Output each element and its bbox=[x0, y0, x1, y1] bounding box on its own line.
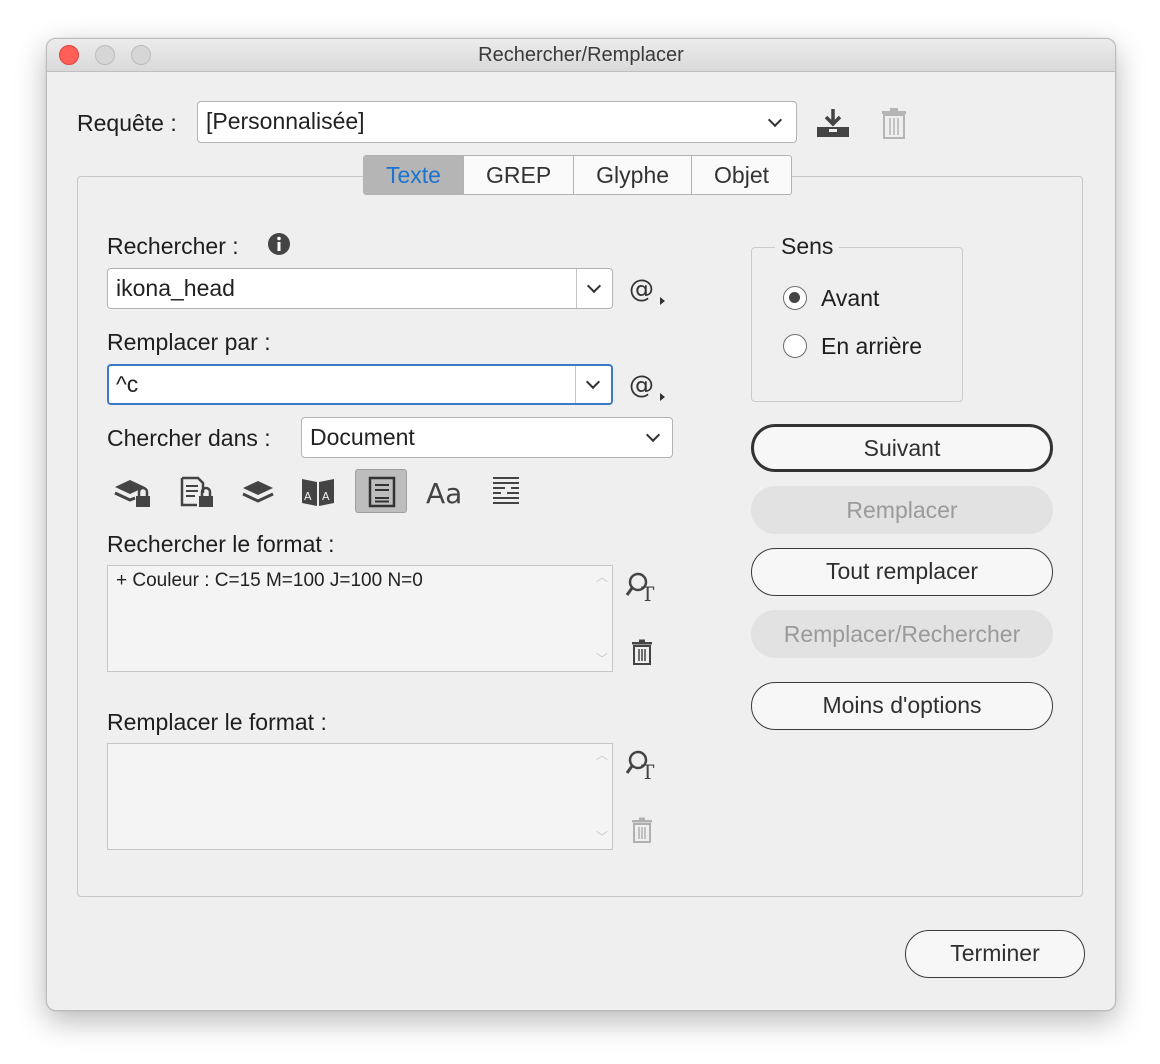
clear-change-format-icon bbox=[632, 817, 652, 843]
direction-forward-radio[interactable] bbox=[783, 286, 807, 310]
query-value: [Personnalisée] bbox=[206, 108, 365, 134]
direction-group bbox=[751, 247, 963, 402]
delete-query-icon[interactable] bbox=[881, 107, 907, 139]
direction-title: Sens bbox=[775, 233, 840, 260]
scroll-down-icon[interactable]: ﹀ bbox=[596, 828, 608, 845]
scroll-up-icon[interactable]: ︿ bbox=[596, 746, 608, 763]
save-query-icon[interactable] bbox=[815, 107, 851, 139]
fewer-options-button[interactable]: Moins d'options bbox=[751, 682, 1053, 730]
replace-all-button[interactable]: Tout remplacer bbox=[751, 548, 1053, 596]
find-format-value: + Couleur : C=15 M=100 J=100 N=0 bbox=[116, 570, 423, 591]
whole-word-icon[interactable] bbox=[491, 475, 521, 507]
chevron-down-icon bbox=[586, 278, 602, 294]
find-replace-dialog: Rechercher/Remplacer Requête : [Personna… bbox=[46, 38, 1116, 1011]
mode-tabs: Texte GREP Glyphe Objet bbox=[363, 155, 793, 195]
search-scope-label: Chercher dans : bbox=[107, 425, 271, 451]
footnotes-icon bbox=[368, 476, 396, 508]
special-characters-icon[interactable]: @ bbox=[629, 371, 667, 401]
tab-grep[interactable]: GREP bbox=[464, 156, 575, 194]
change-format-label: Remplacer le format : bbox=[107, 709, 327, 735]
chevron-down-icon bbox=[585, 374, 601, 390]
specify-change-format-icon[interactable]: T bbox=[625, 749, 663, 781]
find-what-value: ikona_head bbox=[116, 275, 235, 301]
info-icon[interactable] bbox=[267, 232, 291, 256]
find-format-box[interactable]: + Couleur : C=15 M=100 J=100 N=0 ︿ ﹀ bbox=[107, 565, 613, 672]
chevron-down-icon bbox=[767, 112, 783, 128]
search-scope-value: Document bbox=[310, 424, 415, 450]
hidden-layers-icon[interactable] bbox=[241, 477, 275, 507]
specify-find-format-icon[interactable]: T bbox=[625, 571, 663, 603]
special-characters-icon[interactable]: @ bbox=[629, 275, 667, 305]
change-to-value: ^c bbox=[116, 371, 139, 397]
find-history-button[interactable] bbox=[576, 269, 612, 308]
search-scope-dropdown[interactable]: Document bbox=[301, 417, 673, 458]
svg-text:@: @ bbox=[629, 371, 654, 399]
locked-stories-icon[interactable] bbox=[179, 475, 215, 509]
svg-text:A: A bbox=[304, 490, 312, 503]
clear-find-format-icon[interactable] bbox=[631, 639, 653, 665]
direction-forward-label[interactable]: Avant bbox=[821, 285, 879, 312]
svg-text:@: @ bbox=[629, 275, 654, 303]
done-button[interactable]: Terminer bbox=[905, 930, 1085, 978]
query-dropdown[interactable]: [Personnalisée] bbox=[197, 101, 797, 143]
window-title: Rechercher/Remplacer bbox=[478, 44, 684, 66]
master-pages-icon[interactable]: A A bbox=[299, 475, 337, 509]
replace-find-button[interactable]: Remplacer/Rechercher bbox=[751, 610, 1053, 658]
svg-text:A: A bbox=[322, 490, 330, 503]
query-label: Requête : bbox=[77, 110, 177, 136]
tab-objet[interactable]: Objet bbox=[692, 156, 791, 194]
replace-label: Remplacer par : bbox=[107, 329, 271, 355]
change-history-button[interactable] bbox=[575, 366, 611, 403]
svg-text:T: T bbox=[641, 582, 655, 603]
change-to-field[interactable]: ^c bbox=[107, 364, 613, 405]
find-next-button[interactable]: Suivant bbox=[751, 424, 1053, 472]
find-format-label: Rechercher le format : bbox=[107, 531, 335, 557]
tab-texte[interactable]: Texte bbox=[364, 156, 464, 194]
case-sensitive-icon[interactable]: Aa bbox=[425, 477, 465, 507]
svg-text:T: T bbox=[641, 760, 655, 781]
direction-backward-label[interactable]: En arrière bbox=[821, 333, 922, 360]
find-label: Rechercher : bbox=[107, 233, 239, 259]
title-bar[interactable]: Rechercher/Remplacer bbox=[47, 39, 1115, 72]
scroll-up-icon[interactable]: ︿ bbox=[596, 568, 608, 585]
replace-button[interactable]: Remplacer bbox=[751, 486, 1053, 534]
chevron-down-icon bbox=[645, 427, 661, 443]
svg-text:Aa: Aa bbox=[426, 477, 462, 507]
direction-backward-radio[interactable] bbox=[783, 334, 807, 358]
scroll-down-icon[interactable]: ﹀ bbox=[596, 650, 608, 667]
locked-layers-icon[interactable] bbox=[113, 475, 153, 509]
find-what-field[interactable]: ikona_head bbox=[107, 268, 613, 309]
change-format-box[interactable]: ︿ ﹀ bbox=[107, 743, 613, 850]
tab-glyphe[interactable]: Glyphe bbox=[574, 156, 693, 194]
